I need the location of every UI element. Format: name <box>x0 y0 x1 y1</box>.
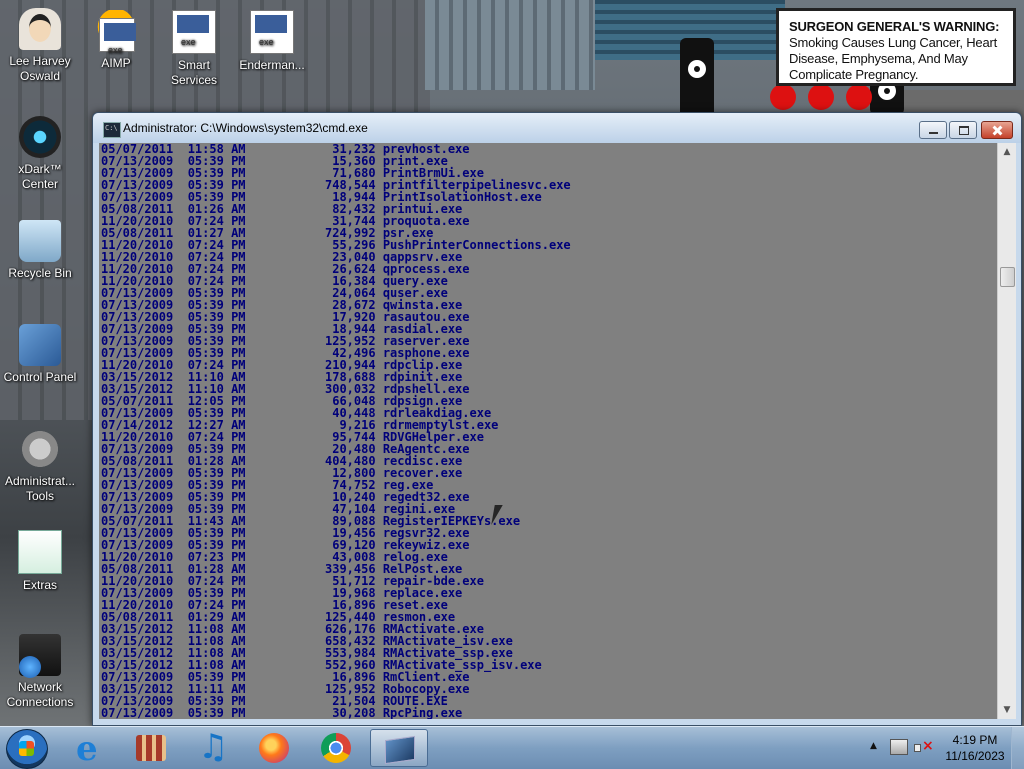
taskbar-clock[interactable]: 4:19 PM 11/16/2023 <box>938 732 1012 764</box>
window-titlebar[interactable]: Administrator: C:\Windows\system32\cmd.e… <box>93 113 1021 143</box>
aimp-icon <box>95 10 137 58</box>
desktop-icon-lee-harvey-oswald[interactable]: Lee Harvey Oswald <box>2 8 78 84</box>
warning-heading: SURGEON GENERAL'S WARNING: <box>789 19 1000 34</box>
desktop-icon-label: Administrat... Tools <box>4 474 76 503</box>
services-icon <box>172 10 216 54</box>
taskbar-internet-explorer[interactable] <box>60 729 118 769</box>
wallpaper-light <box>846 84 872 110</box>
volume-muted-icon[interactable] <box>914 738 934 754</box>
desktop-icon-label: xDark™ Center <box>18 162 62 191</box>
desktop-icon-recycle-bin[interactable]: Recycle Bin <box>2 220 78 281</box>
file-ampm: PM <box>231 706 246 719</box>
extras-icon <box>18 530 62 574</box>
desktop-icon-label: Enderman... <box>239 58 305 72</box>
program-icon <box>250 10 294 54</box>
close-button[interactable] <box>981 121 1013 139</box>
wallpaper-robot <box>680 38 714 118</box>
system-tray: ▲ 4:19 PM 11/16/2023 <box>866 727 1024 769</box>
vertical-scrollbar[interactable]: ▲ ▼ <box>997 143 1016 719</box>
desktop-icon-label: Lee Harvey Oswald <box>9 54 71 83</box>
portrait-icon <box>19 8 61 50</box>
network-tray-icon[interactable] <box>890 739 908 755</box>
desktop-icon-label: Control Panel <box>3 370 77 384</box>
taskbar-chrome[interactable] <box>308 729 366 767</box>
scroll-up-arrow-icon[interactable]: ▲ <box>1000 145 1014 159</box>
taskbar-cmd[interactable] <box>370 729 428 767</box>
clock-time: 4:19 PM <box>952 733 998 747</box>
cmd-icon <box>103 122 121 138</box>
maximize-button[interactable] <box>949 121 977 139</box>
warning-text: Smoking Causes Lung Cancer, Heart Diseas… <box>789 35 998 82</box>
desktop-icon-control-panel[interactable]: Control Panel <box>2 324 78 385</box>
taskbar-firefox[interactable] <box>246 729 304 767</box>
xdark-icon <box>19 116 61 158</box>
control-panel-icon <box>19 324 61 366</box>
file-date: 07/13/2009 <box>101 706 174 719</box>
wallpaper-light <box>808 84 834 110</box>
taskbar: ▲ 4:19 PM 11/16/2023 <box>0 726 1024 769</box>
desktop-icon-network-connections[interactable]: Network Connections <box>2 634 78 710</box>
taskbar-windows-app[interactable] <box>122 729 180 767</box>
file-time: 05:39 <box>187 706 224 719</box>
desktop-icon-label: Recycle Bin <box>8 266 72 280</box>
desktop-icon-enderman[interactable]: Enderman... <box>234 10 310 73</box>
surgeon-general-warning: SURGEON GENERAL'S WARNING: Smoking Cause… <box>776 8 1016 86</box>
console-output[interactable]: 05/07/2011 11:58 AM 31,232 prevhost.exe 0… <box>99 143 997 719</box>
window-title: Administrator: C:\Windows\system32\cmd.e… <box>123 121 368 135</box>
scroll-down-arrow-icon[interactable]: ▼ <box>1000 703 1014 717</box>
start-button[interactable] <box>6 729 48 769</box>
cmd-window[interactable]: Administrator: C:\Windows\system32\cmd.e… <box>92 112 1022 726</box>
desktop-icon-xdark-center[interactable]: xDark™ Center <box>2 116 78 192</box>
admin-tools-icon <box>19 428 61 470</box>
desktop-icon-label: Smart Services <box>170 58 217 87</box>
show-desktop-button[interactable] <box>1011 727 1024 769</box>
minimize-button[interactable] <box>919 121 947 139</box>
taskbar-music[interactable] <box>184 727 242 767</box>
file-name: RpcPing.exe <box>382 706 463 719</box>
scrollbar-thumb[interactable] <box>1000 267 1015 287</box>
recycle-bin-icon <box>19 220 61 262</box>
desktop-icon-label: Extras <box>22 578 57 592</box>
show-hidden-icons-icon[interactable]: ▲ <box>870 741 877 751</box>
desktop-icon-aimp[interactable]: AIMP <box>78 10 154 71</box>
wallpaper-light <box>770 84 796 110</box>
desktop-icon-label: Network Connections <box>6 680 74 709</box>
network-icon <box>19 634 61 678</box>
wallpaper-building <box>425 0 595 90</box>
file-size: 30,208 <box>332 706 376 719</box>
desktop-icon-label: AIMP <box>101 56 131 70</box>
console-line: 07/13/2009 05:39 PM 30,208 RpcPing.exe <box>99 707 997 719</box>
desktop-icon-smart-services[interactable]: Smart Services <box>156 10 232 88</box>
clock-date: 11/16/2023 <box>945 749 1005 763</box>
desktop-icon-administrative-tools[interactable]: Administrat... Tools <box>2 428 78 504</box>
desktop-icon-extras[interactable]: Extras <box>2 530 78 593</box>
